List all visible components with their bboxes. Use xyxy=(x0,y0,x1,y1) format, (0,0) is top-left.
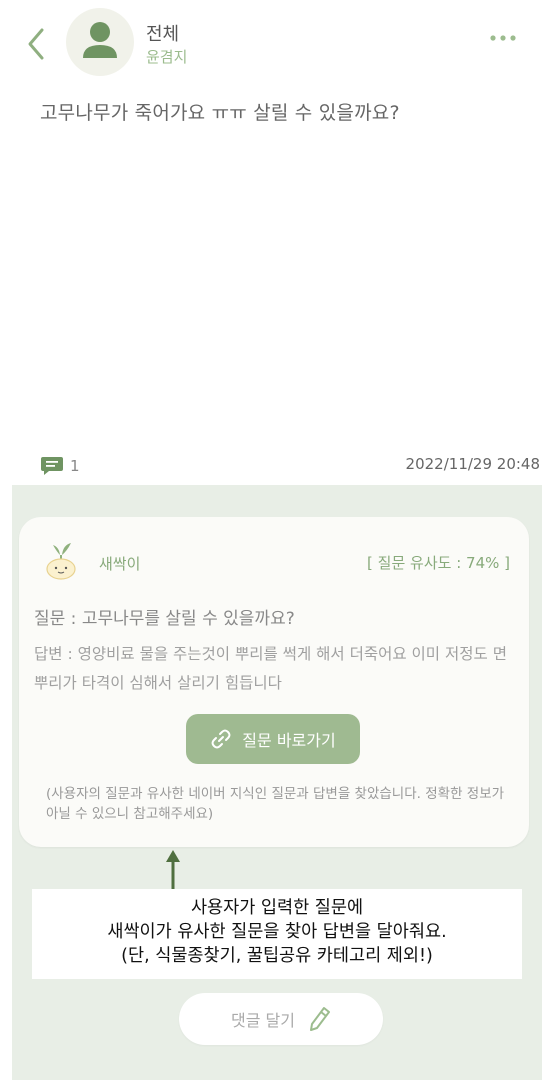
write-comment-button[interactable]: 댓글 달기 xyxy=(179,993,383,1045)
go-to-question-label: 질문 바로가기 xyxy=(242,731,336,750)
post-category: 전체 xyxy=(146,24,180,45)
comment-icon xyxy=(41,457,63,475)
similar-question: 질문 : 고무나무를 살릴 수 있을까요? xyxy=(34,609,295,629)
link-icon xyxy=(211,729,231,749)
post-date: 2022/11/29 20:48 xyxy=(405,455,540,473)
annotation-text: 사용자가 입력한 질문에 새싹이가 유사한 질문을 찾아 답변을 달아줘요. (… xyxy=(32,896,522,968)
sprout-icon xyxy=(41,537,81,581)
pencil-icon xyxy=(309,1007,330,1031)
post-content: 고무나무가 죽어가요 ㅠㅠ 살릴 수 있을까요? xyxy=(40,102,400,124)
annotation-line-3: (단, 식물종찾기, 꿀팁공유 카테고리 제외!) xyxy=(121,946,433,966)
go-to-question-button[interactable]: 질문 바로가기 xyxy=(186,714,360,764)
more-options-button[interactable] xyxy=(486,26,524,50)
disclaimer-text: (사용자의 질문과 유사한 네이버 지식인 질문과 답변을 찾았습니다. 정확한… xyxy=(46,786,505,822)
similarity-score: [ 질문 유사도 : 74% ] xyxy=(367,554,510,572)
more-dots-icon xyxy=(490,35,516,41)
similar-answer: 답변 : 영양비료 물을 주는것이 뿌리를 썩게 해서 더죽어요 이미 저정도 … xyxy=(34,645,507,692)
annotation-line-2: 새싹이가 유사한 질문을 찾아 답변을 달아줘요. xyxy=(107,922,447,942)
ai-name: 새싹이 xyxy=(99,555,141,573)
annotation-line-1: 사용자가 입력한 질문에 xyxy=(190,898,364,918)
back-button[interactable] xyxy=(20,24,54,64)
arrow-up-icon xyxy=(165,850,181,892)
comment-count: 1 xyxy=(70,457,80,475)
post-author: 윤겸지 xyxy=(146,48,188,66)
comment-counter: 1 xyxy=(40,455,80,477)
back-chevron-icon xyxy=(28,28,44,60)
avatar[interactable] xyxy=(66,8,134,76)
user-icon xyxy=(83,22,117,58)
write-comment-label: 댓글 달기 xyxy=(231,1011,295,1030)
